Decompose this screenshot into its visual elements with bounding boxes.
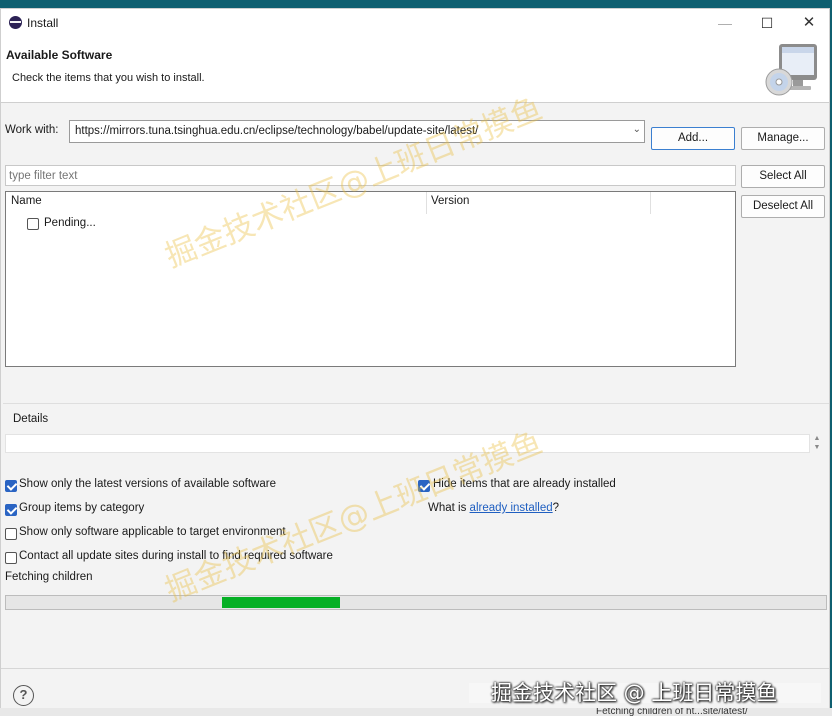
latest-versions-checkbox[interactable] xyxy=(5,480,17,492)
install-dialog: Install — ☐ ✕ Available Software Check t… xyxy=(0,8,830,716)
contact-sites-checkbox[interactable] xyxy=(5,552,17,564)
minimize-button[interactable]: — xyxy=(703,9,747,37)
dialog-header: Available Software Check the items that … xyxy=(1,37,829,103)
window-title: Install xyxy=(27,16,59,30)
header-subtitle: Check the items that you wish to install… xyxy=(12,72,205,84)
work-with-url: https://mirrors.tuna.tsinghua.edu.cn/ecl… xyxy=(75,125,479,137)
work-with-label: Work with: xyxy=(5,124,59,136)
details-text xyxy=(5,434,810,453)
eclipse-icon xyxy=(9,16,22,29)
applicable-only-checkbox[interactable] xyxy=(5,528,17,540)
taskbar-strip: Fetching children of ht...site/latest/ xyxy=(0,708,832,716)
column-version[interactable]: Version xyxy=(431,195,469,207)
tree-header: Name Version xyxy=(6,192,735,214)
details-scroll[interactable]: ▲ ▼ xyxy=(811,434,823,454)
help-icon[interactable]: ? xyxy=(13,685,34,706)
what-is-prefix: What is xyxy=(428,502,470,514)
progress-bar xyxy=(5,595,827,610)
credit-text: 掘金技术社区 @ 上班日常摸鱼 xyxy=(491,681,778,705)
hide-installed-checkbox[interactable] xyxy=(418,480,430,492)
column-name[interactable]: Name xyxy=(11,195,42,207)
manage-button[interactable]: Manage... xyxy=(741,127,825,150)
chevron-down-icon[interactable]: ⌄ xyxy=(633,124,641,135)
add-button[interactable]: Add... xyxy=(651,127,735,150)
latest-versions-label: Show only the latest versions of availab… xyxy=(19,478,276,490)
filter-input[interactable] xyxy=(5,165,736,186)
column-divider[interactable] xyxy=(426,192,427,214)
taskbar-status: Fetching children of ht...site/latest/ xyxy=(596,708,748,716)
select-all-button[interactable]: Select All xyxy=(741,165,825,188)
title-bar: Install — ☐ ✕ xyxy=(1,9,829,37)
row-name: Pending... xyxy=(44,217,96,229)
what-is-installed: What is already installed? xyxy=(428,502,559,514)
work-with-combo[interactable]: https://mirrors.tuna.tsinghua.edu.cn/ecl… xyxy=(69,120,645,143)
header-title: Available Software xyxy=(6,48,113,62)
software-tree[interactable]: Name Version Pending... xyxy=(5,191,736,367)
contact-sites-label: Contact all update sites during install … xyxy=(19,550,333,562)
footer-divider xyxy=(1,668,829,669)
deselect-all-button[interactable]: Deselect All xyxy=(741,195,825,218)
status-text: Fetching children xyxy=(5,571,93,583)
applicable-only-label: Show only software applicable to target … xyxy=(19,526,286,538)
what-is-suffix: ? xyxy=(552,502,560,514)
already-installed-link[interactable]: already installed xyxy=(470,502,553,514)
group-by-category-label: Group items by category xyxy=(19,502,145,514)
group-by-category-checkbox[interactable] xyxy=(5,504,17,516)
close-button[interactable]: ✕ xyxy=(787,9,831,37)
hide-installed-label: Hide items that are already installed xyxy=(433,478,616,490)
maximize-button[interactable]: ☐ xyxy=(745,9,789,37)
column-divider[interactable] xyxy=(650,192,651,214)
credit-watermark: 掘金技术社区 @ 上班日常摸鱼 xyxy=(469,675,821,709)
install-wizard-icon xyxy=(765,44,817,96)
progress-fill xyxy=(221,597,340,608)
details-label: Details xyxy=(13,413,49,425)
row-checkbox[interactable] xyxy=(27,218,39,230)
tree-row[interactable]: Pending... xyxy=(6,216,735,234)
